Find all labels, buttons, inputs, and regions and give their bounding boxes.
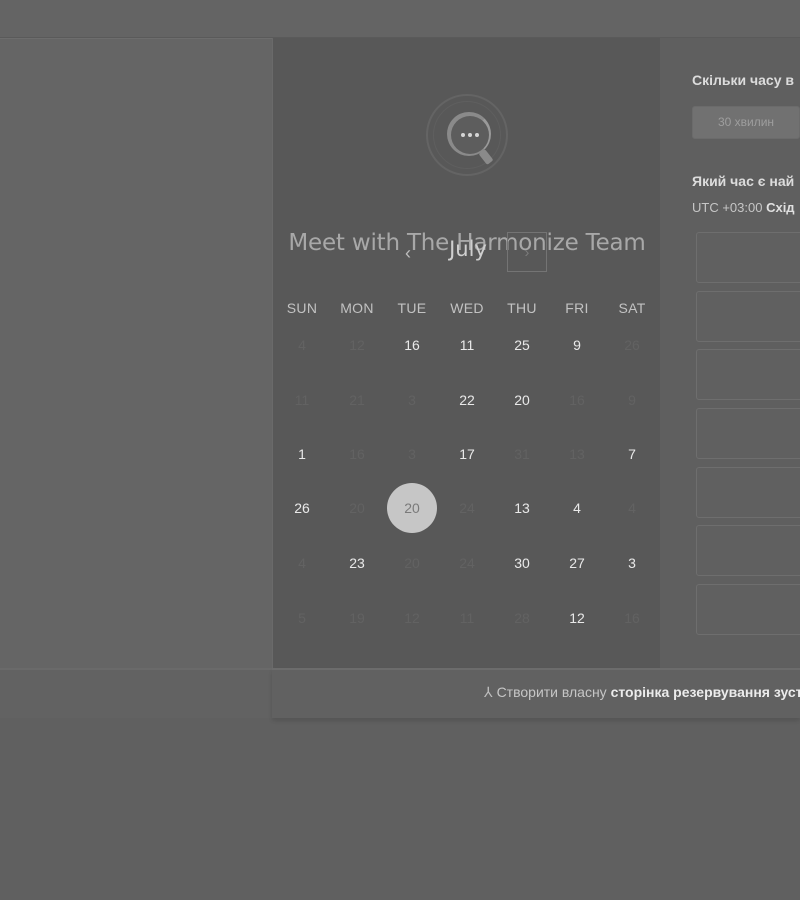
day-cell: 4 (628, 500, 636, 516)
booking-panel: Скільки часу в 30 хвилин Який час є най … (660, 38, 800, 668)
day-cell[interactable]: 30 (497, 538, 547, 588)
day-cell: 13 (569, 446, 585, 462)
timezone-selector[interactable]: UTC +03:00 Схід (692, 200, 795, 215)
timezone-offset: UTC +03:00 (692, 200, 763, 215)
time-slot-button[interactable] (696, 467, 800, 518)
chat-bubble-icon (451, 116, 489, 154)
day-cell: 11 (294, 392, 310, 408)
day-cell: 24 (459, 500, 475, 516)
weekday-fri: FRI (565, 300, 589, 316)
weekday-tue: TUE (397, 300, 427, 316)
day-cell[interactable]: 27 (552, 538, 602, 588)
footer-text: ⅄ Створити власну сторінка резервування з… (484, 684, 800, 701)
day-cell: 3 (408, 446, 416, 462)
duration-option-button[interactable]: 30 хвилин (692, 106, 800, 139)
day-cell: 19 (349, 610, 365, 626)
hubspot-sprocket-icon: ⅄ (484, 684, 493, 700)
day-cell: 4 (298, 555, 306, 571)
day-cell: 9 (628, 392, 636, 408)
day-cell: 21 (349, 392, 365, 408)
next-month-button[interactable]: › (507, 232, 547, 272)
day-cell[interactable]: 3 (607, 538, 657, 588)
footer-bar: ⅄ Створити власну сторінка резервування з… (272, 668, 800, 718)
prev-month-button[interactable]: ‹ (397, 238, 419, 268)
month-label: July (449, 237, 487, 261)
weekday-mon: MON (340, 300, 374, 316)
day-cell: 31 (514, 446, 530, 462)
left-backdrop-bottom (0, 668, 272, 718)
day-cell: 28 (514, 610, 530, 626)
time-slot-button[interactable] (696, 232, 800, 283)
day-cell: 16 (569, 392, 585, 408)
weekday-wed: WED (450, 300, 484, 316)
time-slot-button[interactable] (696, 291, 800, 342)
day-cell[interactable]: 11 (442, 320, 492, 370)
day-cell: 4 (298, 337, 306, 353)
day-cell: 20 (404, 555, 420, 571)
top-strip (0, 0, 800, 38)
day-cell: 3 (408, 392, 416, 408)
time-slot-button[interactable] (696, 349, 800, 400)
time-slot-button[interactable] (696, 584, 800, 635)
day-cell[interactable]: 22 (442, 375, 492, 425)
calendar-panel: Meet with The Harmonize Team ‹ July › SU… (272, 38, 660, 668)
weekday-sun: SUN (286, 300, 318, 316)
day-cell[interactable]: 26 (277, 483, 327, 533)
left-backdrop (0, 38, 272, 668)
day-cell[interactable]: 4 (552, 483, 602, 533)
day-cell: 26 (624, 337, 640, 353)
weekday-sat: SAT (618, 300, 646, 316)
day-cell: 12 (404, 610, 420, 626)
day-cell: 12 (349, 337, 365, 353)
weekday-thu: THU (507, 300, 537, 316)
day-cell: 5 (298, 610, 306, 626)
duration-heading: Скільки часу в (692, 72, 794, 88)
day-cell[interactable]: 9 (552, 320, 602, 370)
day-cell[interactable]: 23 (332, 538, 382, 588)
day-cell[interactable]: 1 (277, 429, 327, 479)
day-cell[interactable]: 20 (497, 375, 547, 425)
day-cell[interactable]: 12 (552, 593, 602, 643)
day-cell: 20 (349, 500, 365, 516)
time-heading: Який час є най (692, 173, 795, 189)
create-booking-page-link[interactable]: сторінка резервування зуст (611, 684, 800, 700)
timezone-name: Схід (766, 200, 795, 215)
day-cell: 24 (459, 555, 475, 571)
footer-prefix: Створити власну (496, 684, 607, 700)
day-cell[interactable]: 13 (497, 483, 547, 533)
day-cell-selected[interactable]: 20 (387, 483, 437, 533)
day-cell[interactable]: 25 (497, 320, 547, 370)
time-slot-button[interactable] (696, 525, 800, 576)
day-cell: 16 (624, 610, 640, 626)
time-slot-button[interactable] (696, 408, 800, 459)
day-cell: 11 (459, 610, 475, 626)
day-cell[interactable]: 16 (387, 320, 437, 370)
day-cell: 16 (349, 446, 365, 462)
day-cell[interactable]: 17 (442, 429, 492, 479)
day-cell[interactable]: 7 (607, 429, 657, 479)
